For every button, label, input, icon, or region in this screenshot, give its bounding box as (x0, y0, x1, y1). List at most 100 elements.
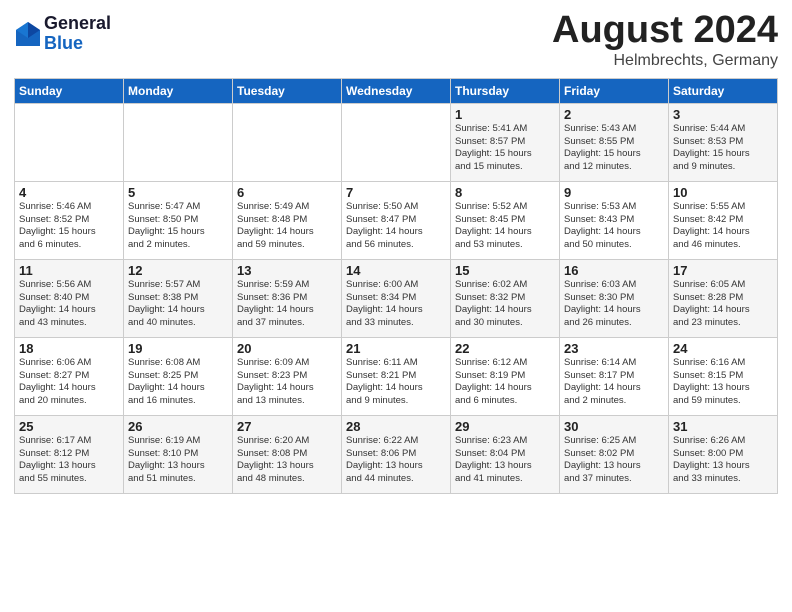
day-number: 19 (128, 341, 228, 356)
day-info: Sunrise: 5:53 AM Sunset: 8:43 PM Dayligh… (564, 201, 664, 252)
day-info: Sunrise: 5:50 AM Sunset: 8:47 PM Dayligh… (346, 201, 446, 252)
day-info: Sunrise: 5:44 AM Sunset: 8:53 PM Dayligh… (673, 123, 773, 174)
calendar-week-row: 1Sunrise: 5:41 AM Sunset: 8:57 PM Daylig… (15, 103, 778, 181)
day-number: 13 (237, 263, 337, 278)
calendar-cell: 21Sunrise: 6:11 AM Sunset: 8:21 PM Dayli… (342, 337, 451, 415)
calendar-cell: 15Sunrise: 6:02 AM Sunset: 8:32 PM Dayli… (451, 259, 560, 337)
day-info: Sunrise: 6:05 AM Sunset: 8:28 PM Dayligh… (673, 279, 773, 330)
calendar-cell: 17Sunrise: 6:05 AM Sunset: 8:28 PM Dayli… (669, 259, 778, 337)
day-info: Sunrise: 6:16 AM Sunset: 8:15 PM Dayligh… (673, 357, 773, 408)
day-number: 9 (564, 185, 664, 200)
day-info: Sunrise: 6:06 AM Sunset: 8:27 PM Dayligh… (19, 357, 119, 408)
day-info: Sunrise: 5:59 AM Sunset: 8:36 PM Dayligh… (237, 279, 337, 330)
calendar-table: SundayMondayTuesdayWednesdayThursdayFrid… (14, 78, 778, 494)
calendar-week-row: 11Sunrise: 5:56 AM Sunset: 8:40 PM Dayli… (15, 259, 778, 337)
calendar-body: 1Sunrise: 5:41 AM Sunset: 8:57 PM Daylig… (15, 103, 778, 493)
calendar-cell: 30Sunrise: 6:25 AM Sunset: 8:02 PM Dayli… (560, 415, 669, 493)
day-info: Sunrise: 6:11 AM Sunset: 8:21 PM Dayligh… (346, 357, 446, 408)
day-number: 23 (564, 341, 664, 356)
calendar-cell: 16Sunrise: 6:03 AM Sunset: 8:30 PM Dayli… (560, 259, 669, 337)
day-number: 27 (237, 419, 337, 434)
calendar-cell: 20Sunrise: 6:09 AM Sunset: 8:23 PM Dayli… (233, 337, 342, 415)
day-number: 11 (19, 263, 119, 278)
day-number: 30 (564, 419, 664, 434)
weekday-header: Saturday (669, 78, 778, 103)
calendar-cell: 19Sunrise: 6:08 AM Sunset: 8:25 PM Dayli… (124, 337, 233, 415)
calendar-cell: 6Sunrise: 5:49 AM Sunset: 8:48 PM Daylig… (233, 181, 342, 259)
day-number: 16 (564, 263, 664, 278)
page-container: General Blue August 2024 Helmbrechts, Ge… (0, 0, 792, 502)
calendar-cell: 22Sunrise: 6:12 AM Sunset: 8:19 PM Dayli… (451, 337, 560, 415)
calendar-week-row: 18Sunrise: 6:06 AM Sunset: 8:27 PM Dayli… (15, 337, 778, 415)
day-number: 4 (19, 185, 119, 200)
calendar-cell: 28Sunrise: 6:22 AM Sunset: 8:06 PM Dayli… (342, 415, 451, 493)
day-info: Sunrise: 6:25 AM Sunset: 8:02 PM Dayligh… (564, 435, 664, 486)
day-info: Sunrise: 5:49 AM Sunset: 8:48 PM Dayligh… (237, 201, 337, 252)
calendar-cell: 13Sunrise: 5:59 AM Sunset: 8:36 PM Dayli… (233, 259, 342, 337)
day-info: Sunrise: 5:52 AM Sunset: 8:45 PM Dayligh… (455, 201, 555, 252)
calendar-week-row: 25Sunrise: 6:17 AM Sunset: 8:12 PM Dayli… (15, 415, 778, 493)
calendar-cell: 4Sunrise: 5:46 AM Sunset: 8:52 PM Daylig… (15, 181, 124, 259)
day-number: 26 (128, 419, 228, 434)
calendar-cell (233, 103, 342, 181)
day-info: Sunrise: 6:23 AM Sunset: 8:04 PM Dayligh… (455, 435, 555, 486)
logo-text: General Blue (44, 14, 111, 54)
day-number: 17 (673, 263, 773, 278)
day-info: Sunrise: 6:12 AM Sunset: 8:19 PM Dayligh… (455, 357, 555, 408)
calendar-cell: 18Sunrise: 6:06 AM Sunset: 8:27 PM Dayli… (15, 337, 124, 415)
calendar-cell (124, 103, 233, 181)
weekday-header: Thursday (451, 78, 560, 103)
day-info: Sunrise: 5:55 AM Sunset: 8:42 PM Dayligh… (673, 201, 773, 252)
calendar-cell: 11Sunrise: 5:56 AM Sunset: 8:40 PM Dayli… (15, 259, 124, 337)
weekday-header: Tuesday (233, 78, 342, 103)
calendar-cell: 23Sunrise: 6:14 AM Sunset: 8:17 PM Dayli… (560, 337, 669, 415)
day-number: 12 (128, 263, 228, 278)
day-number: 25 (19, 419, 119, 434)
day-info: Sunrise: 6:22 AM Sunset: 8:06 PM Dayligh… (346, 435, 446, 486)
calendar-cell (342, 103, 451, 181)
day-number: 5 (128, 185, 228, 200)
day-info: Sunrise: 6:09 AM Sunset: 8:23 PM Dayligh… (237, 357, 337, 408)
day-info: Sunrise: 6:17 AM Sunset: 8:12 PM Dayligh… (19, 435, 119, 486)
day-number: 6 (237, 185, 337, 200)
day-info: Sunrise: 5:56 AM Sunset: 8:40 PM Dayligh… (19, 279, 119, 330)
day-info: Sunrise: 5:43 AM Sunset: 8:55 PM Dayligh… (564, 123, 664, 174)
calendar-cell: 5Sunrise: 5:47 AM Sunset: 8:50 PM Daylig… (124, 181, 233, 259)
day-number: 22 (455, 341, 555, 356)
weekday-header: Sunday (15, 78, 124, 103)
logo-icon (14, 20, 42, 48)
day-info: Sunrise: 6:03 AM Sunset: 8:30 PM Dayligh… (564, 279, 664, 330)
day-number: 21 (346, 341, 446, 356)
calendar-cell: 1Sunrise: 5:41 AM Sunset: 8:57 PM Daylig… (451, 103, 560, 181)
calendar-header: SundayMondayTuesdayWednesdayThursdayFrid… (15, 78, 778, 103)
day-info: Sunrise: 6:00 AM Sunset: 8:34 PM Dayligh… (346, 279, 446, 330)
calendar-cell: 12Sunrise: 5:57 AM Sunset: 8:38 PM Dayli… (124, 259, 233, 337)
day-info: Sunrise: 6:14 AM Sunset: 8:17 PM Dayligh… (564, 357, 664, 408)
calendar-cell: 8Sunrise: 5:52 AM Sunset: 8:45 PM Daylig… (451, 181, 560, 259)
day-info: Sunrise: 5:47 AM Sunset: 8:50 PM Dayligh… (128, 201, 228, 252)
calendar-cell: 14Sunrise: 6:00 AM Sunset: 8:34 PM Dayli… (342, 259, 451, 337)
calendar-week-row: 4Sunrise: 5:46 AM Sunset: 8:52 PM Daylig… (15, 181, 778, 259)
calendar-cell: 31Sunrise: 6:26 AM Sunset: 8:00 PM Dayli… (669, 415, 778, 493)
month-year: August 2024 (552, 10, 778, 52)
day-number: 7 (346, 185, 446, 200)
title-block: August 2024 Helmbrechts, Germany (552, 10, 778, 70)
day-number: 14 (346, 263, 446, 278)
day-number: 28 (346, 419, 446, 434)
day-number: 24 (673, 341, 773, 356)
calendar-cell: 9Sunrise: 5:53 AM Sunset: 8:43 PM Daylig… (560, 181, 669, 259)
calendar-cell (15, 103, 124, 181)
calendar-cell: 7Sunrise: 5:50 AM Sunset: 8:47 PM Daylig… (342, 181, 451, 259)
calendar-cell: 25Sunrise: 6:17 AM Sunset: 8:12 PM Dayli… (15, 415, 124, 493)
day-info: Sunrise: 6:19 AM Sunset: 8:10 PM Dayligh… (128, 435, 228, 486)
header: General Blue August 2024 Helmbrechts, Ge… (14, 10, 778, 70)
day-info: Sunrise: 6:26 AM Sunset: 8:00 PM Dayligh… (673, 435, 773, 486)
day-number: 2 (564, 107, 664, 122)
day-number: 20 (237, 341, 337, 356)
day-info: Sunrise: 5:46 AM Sunset: 8:52 PM Dayligh… (19, 201, 119, 252)
day-number: 10 (673, 185, 773, 200)
weekday-header: Monday (124, 78, 233, 103)
day-info: Sunrise: 6:20 AM Sunset: 8:08 PM Dayligh… (237, 435, 337, 486)
day-info: Sunrise: 6:02 AM Sunset: 8:32 PM Dayligh… (455, 279, 555, 330)
calendar-cell: 27Sunrise: 6:20 AM Sunset: 8:08 PM Dayli… (233, 415, 342, 493)
